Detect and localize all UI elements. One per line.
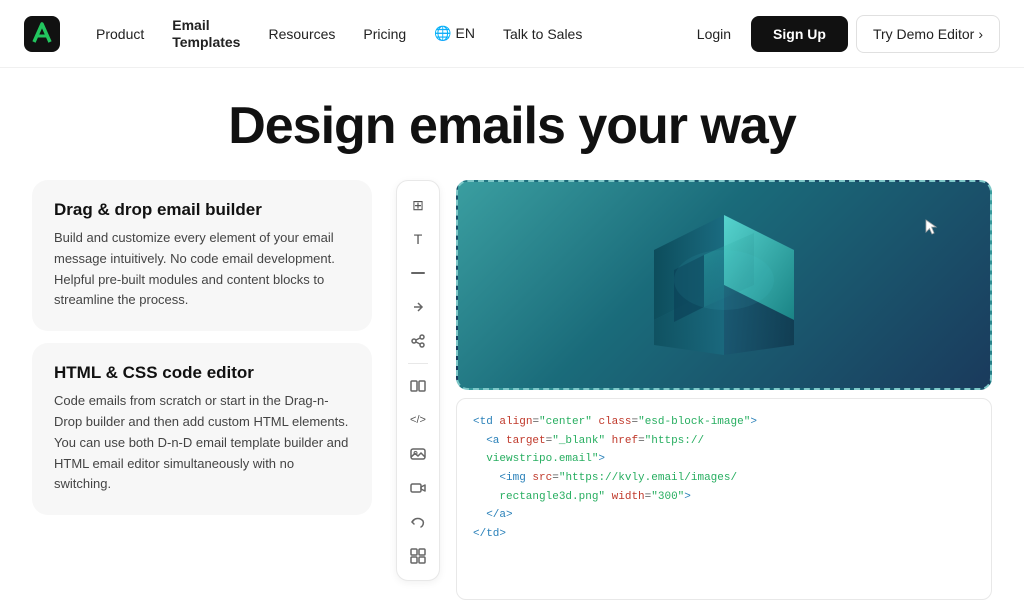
nav-item-pricing[interactable]: Pricing (351, 18, 418, 50)
code-line-4: <img src="https://kvly.email/images/ (473, 469, 975, 488)
toolbar-icon-code[interactable]: </> (404, 406, 432, 434)
toolbar-icon-image[interactable]: ⊞ (404, 191, 432, 219)
feature-card-drag-drop: Drag & drop email builder Build and cust… (32, 180, 372, 331)
try-demo-button[interactable]: Try Demo Editor › (856, 15, 1000, 53)
nav-actions: Login Sign Up Try Demo Editor › (685, 15, 1000, 53)
feature-title-html-css: HTML & CSS code editor (54, 363, 350, 383)
main-content: Drag & drop email builder Build and cust… (0, 180, 1024, 600)
nav-item-email-templates[interactable]: Email Templates (160, 9, 252, 59)
nav-links: Product Email Templates Resources Pricin… (84, 9, 677, 59)
toolbar-icon-social[interactable] (404, 293, 432, 321)
feature-desc-html-css: Code emails from scratch or start in the… (54, 391, 350, 495)
nav-item-talk-to-sales[interactable]: Talk to Sales (491, 18, 594, 50)
canvas-area: <td align="center" class="esd-block-imag… (456, 180, 992, 600)
code-line-7: </td> (473, 525, 975, 544)
editor-preview: ⊞ T </> (396, 180, 992, 600)
toolbar-icon-undo[interactable] (404, 508, 432, 536)
image-block[interactable] (456, 180, 992, 390)
features-column: Drag & drop email builder Build and cust… (32, 180, 372, 600)
toolbar-icon-divider[interactable] (404, 259, 432, 287)
login-link[interactable]: Login (685, 18, 743, 50)
code-line-2: <a target="_blank" href="https:// (473, 432, 975, 451)
toolbar-icon-photo[interactable] (404, 440, 432, 468)
feature-desc-drag-drop: Build and customize every element of you… (54, 228, 350, 311)
feature-title-drag-drop: Drag & drop email builder (54, 200, 350, 220)
code-line-6: </a> (473, 506, 975, 525)
navbar: Product Email Templates Resources Pricin… (0, 0, 1024, 68)
toolbar-icon-columns[interactable] (404, 372, 432, 400)
code-line-5: rectangle3d.png" width="300"> (473, 488, 975, 507)
nav-item-resources[interactable]: Resources (256, 18, 347, 50)
toolbar-divider-1 (408, 363, 428, 364)
toolbar-icon-grid[interactable] (404, 542, 432, 570)
cursor-indicator (924, 218, 942, 236)
logo[interactable] (24, 16, 60, 52)
toolbar-icon-text[interactable]: T (404, 225, 432, 253)
hero-title: Design emails your way (0, 68, 1024, 180)
editor-toolbar: ⊞ T </> (396, 180, 440, 581)
nav-item-language[interactable]: 🌐 EN (422, 17, 487, 50)
nav-item-product[interactable]: Product (84, 18, 156, 50)
code-block: <td align="center" class="esd-block-imag… (456, 398, 992, 600)
toolbar-icon-video[interactable] (404, 474, 432, 502)
feature-card-html-css: HTML & CSS code editor Code emails from … (32, 343, 372, 515)
toolbar-icon-share[interactable] (404, 327, 432, 355)
signup-button[interactable]: Sign Up (751, 16, 848, 52)
code-line-3: viewstripo.email"> (473, 450, 975, 469)
code-line-1: <td align="center" class="esd-block-imag… (473, 413, 975, 432)
3d-cube-image (624, 195, 824, 375)
